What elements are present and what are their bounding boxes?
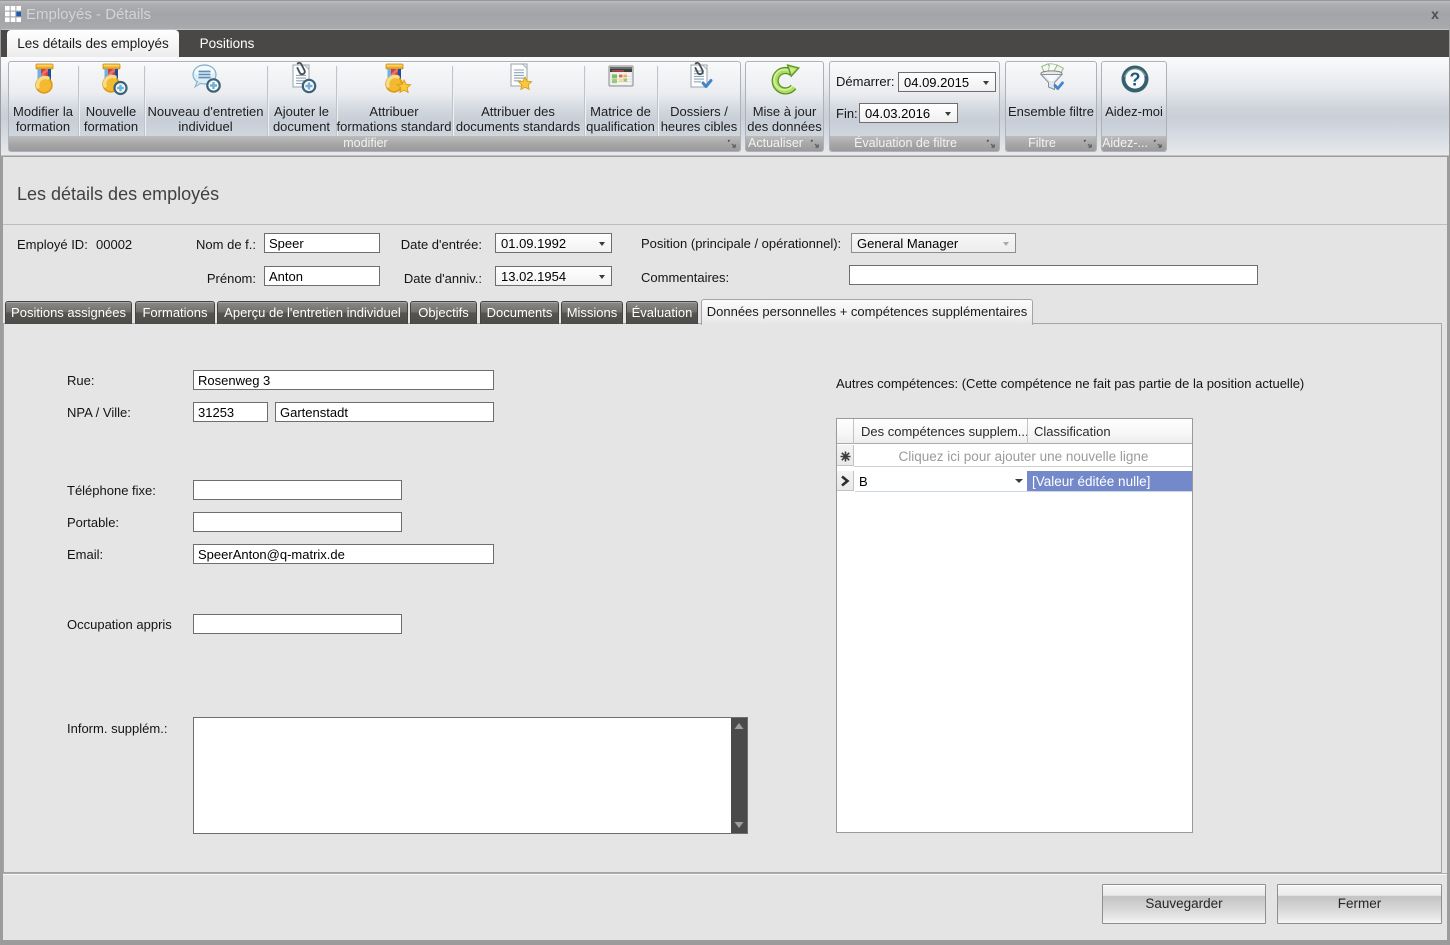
svg-text:?: ? xyxy=(1130,70,1141,90)
